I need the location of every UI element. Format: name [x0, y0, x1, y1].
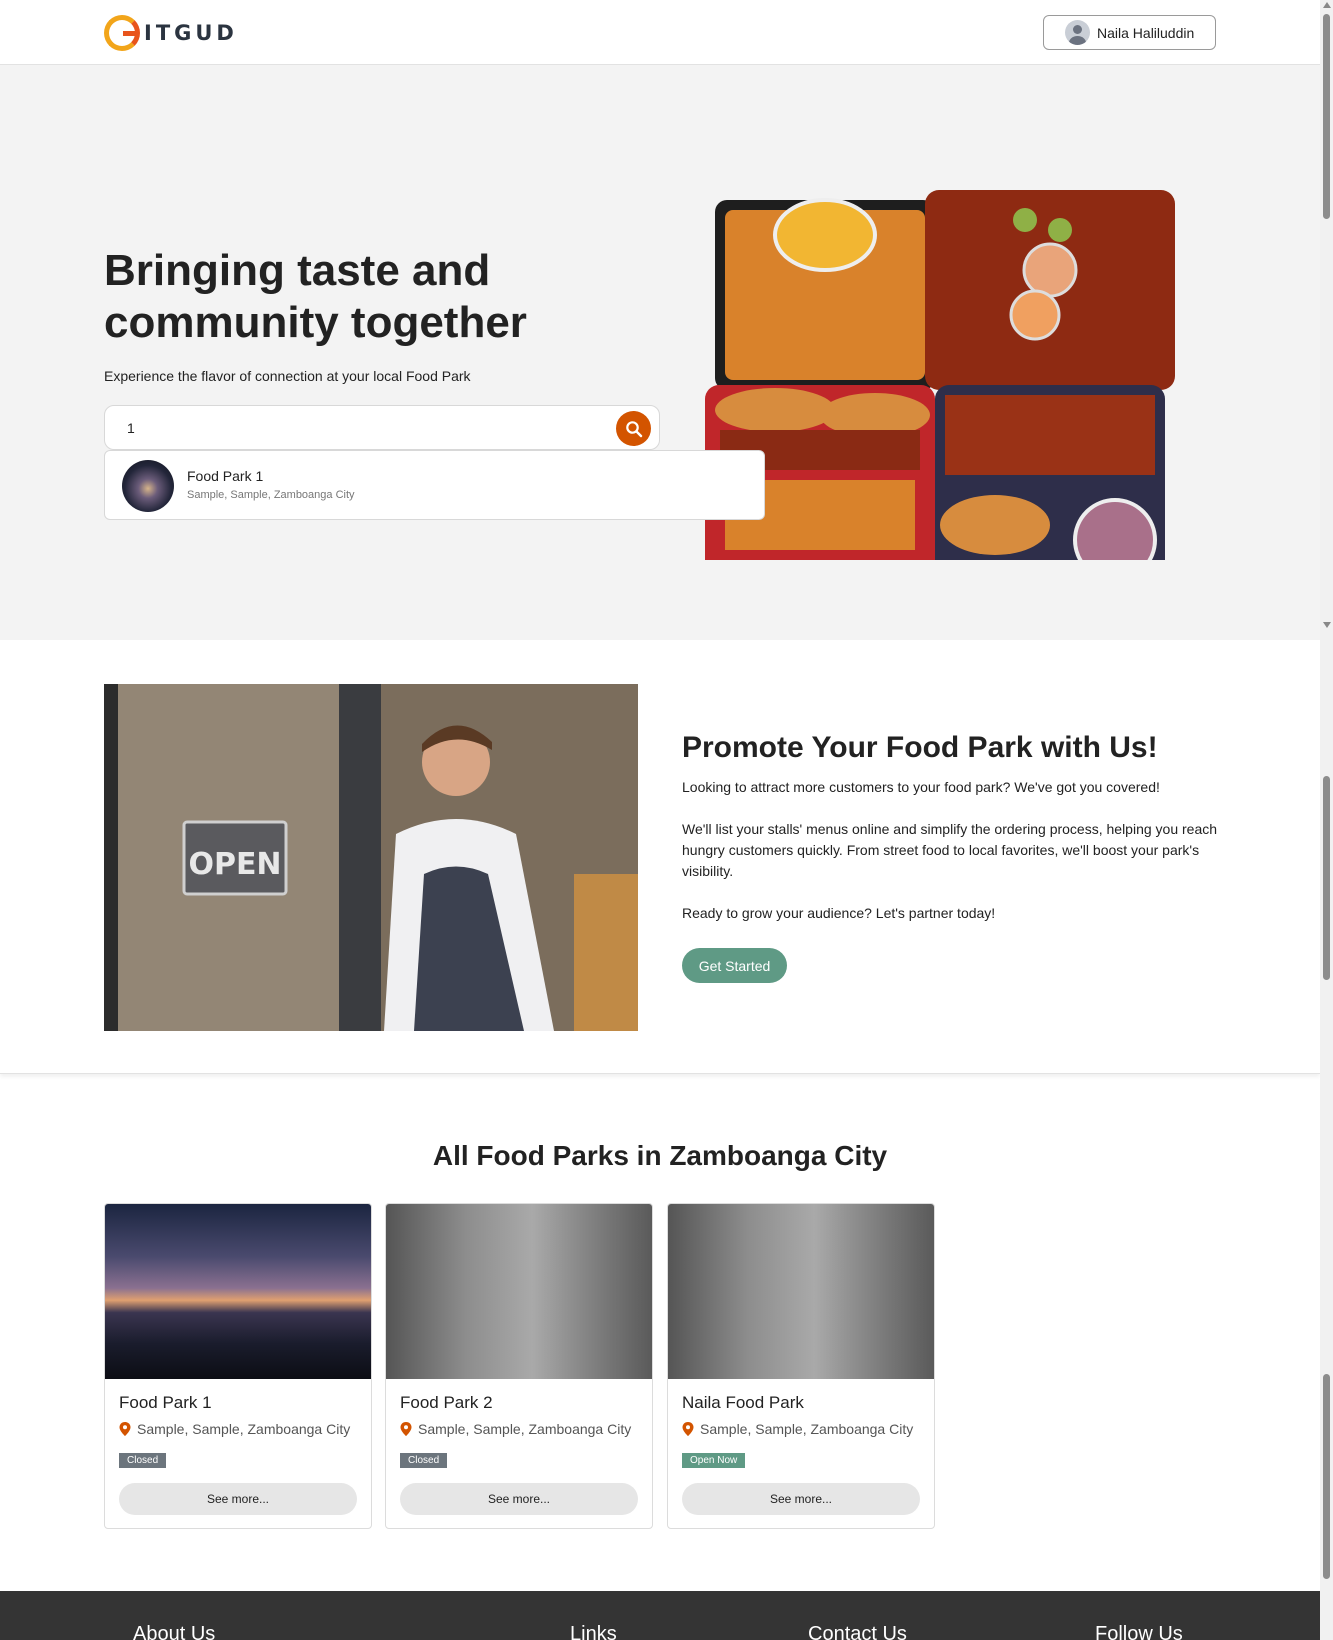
- location-pin-icon: [682, 1422, 694, 1436]
- food-park-address: Sample, Sample, Zamboanga City: [137, 1421, 351, 1437]
- scrollbar-thumb[interactable]: [1323, 14, 1330, 219]
- food-park-name: Naila Food Park: [682, 1393, 804, 1412]
- scroll-down-arrow-icon[interactable]: [1323, 622, 1331, 628]
- food-park-location: Sample, Sample, Zamboanga City: [400, 1421, 631, 1437]
- chicken-wings: [945, 395, 1155, 475]
- burger-bun: [715, 388, 835, 432]
- search-input[interactable]: [127, 416, 607, 440]
- food-park-address: Sample, Sample, Zamboanga City: [418, 1421, 632, 1437]
- footer-contact-heading: Contact Us: [808, 1623, 907, 1640]
- food-park-card[interactable]: Naila Food Park Sample, Sample, Zamboang…: [667, 1203, 935, 1529]
- food-park-image: [668, 1204, 934, 1379]
- food-park-location: Sample, Sample, Zamboanga City: [682, 1421, 913, 1437]
- hero-title: Bringing taste and community together: [104, 246, 527, 347]
- user-menu-button[interactable]: Naila Haliluddin: [1043, 15, 1216, 50]
- counter: [574, 874, 638, 1031]
- see-more-button[interactable]: See more...: [119, 1483, 357, 1515]
- hero-section: Bringing taste and community together Ex…: [0, 65, 1320, 640]
- pickle: [1013, 208, 1037, 232]
- food-platter-image: [705, 190, 1175, 560]
- search-bar: [104, 405, 660, 450]
- logo-text: ITGUD: [144, 21, 238, 45]
- location-pin-icon: [400, 1422, 412, 1436]
- status-badge: Closed: [400, 1453, 448, 1468]
- burger-bun: [940, 495, 1050, 555]
- footer-follow-heading: Follow Us: [1095, 1623, 1183, 1640]
- status-badge: Closed: [119, 1453, 167, 1468]
- scrollbar-thumb[interactable]: [1323, 1374, 1330, 1579]
- food-park-name: Food Park 2: [400, 1393, 493, 1412]
- see-more-button[interactable]: See more...: [682, 1483, 920, 1515]
- see-more-button[interactable]: See more...: [400, 1483, 638, 1515]
- pickle: [1048, 218, 1072, 242]
- shop-owner-illustration: OPEN: [104, 684, 638, 1031]
- promo-paragraph-2: We'll list your stalls' menus online and…: [682, 821, 1218, 879]
- open-sign-text: OPEN: [188, 847, 281, 882]
- scroll-up-arrow-icon[interactable]: [1323, 2, 1331, 8]
- food-park-location: Sample, Sample, Zamboanga City: [119, 1421, 350, 1437]
- footer-about-heading: About Us: [133, 1623, 216, 1640]
- coleslaw-bowl: [1073, 498, 1157, 560]
- promo-photo: OPEN: [104, 684, 638, 1031]
- location-pin-icon: [119, 1422, 131, 1436]
- sauce-cup: [1009, 289, 1061, 341]
- status-badge: Open Now: [682, 1453, 746, 1468]
- parks-section-title: All Food Parks in Zamboanga City: [432, 1140, 888, 1171]
- get-started-button[interactable]: Get Started: [682, 948, 787, 983]
- footer: About Us Links Contact Us Follow Us: [0, 1591, 1320, 1640]
- promo-paragraph-1: Looking to attract more customers to you…: [682, 779, 1160, 795]
- door-frame: [339, 684, 381, 1031]
- logo-g-mark: [104, 15, 140, 51]
- suggestion-address: Sample, Sample, Zamboanga City: [187, 489, 355, 501]
- user-avatar-icon: [1065, 20, 1090, 45]
- footer-links-heading: Links: [570, 1623, 617, 1640]
- promo-title: Promote Your Food Park with Us!: [682, 731, 1158, 764]
- search-icon: [625, 420, 642, 437]
- food-park-card[interactable]: Food Park 2 Sample, Sample, Zamboanga Ci…: [385, 1203, 653, 1529]
- food-park-name: Food Park 1: [119, 1393, 212, 1412]
- food-park-card[interactable]: Food Park 1 Sample, Sample, Zamboanga Ci…: [104, 1203, 372, 1529]
- user-name: Naila Haliluddin: [1097, 24, 1195, 41]
- hero-subtitle: Experience the flavor of connection at y…: [104, 368, 471, 384]
- gitgud-logo[interactable]: ITGUD: [104, 14, 238, 52]
- food-park-address: Sample, Sample, Zamboanga City: [700, 1421, 914, 1437]
- promo-paragraph-3: Ready to grow your audience? Let's partn…: [682, 905, 996, 921]
- food-park-image: [105, 1204, 371, 1379]
- door-frame: [104, 684, 118, 1031]
- scrollbar-thumb[interactable]: [1323, 776, 1330, 980]
- mac-cheese-bowl: [773, 198, 877, 272]
- suggestion-thumbnail: [122, 460, 174, 512]
- sauce-cup: [1022, 242, 1078, 298]
- search-suggestion-item[interactable]: Food Park 1 Sample, Sample, Zamboanga Ci…: [104, 450, 765, 520]
- page-scrollbar[interactable]: [1320, 0, 1333, 1640]
- suggestion-name: Food Park 1: [187, 468, 264, 484]
- promote-section: OPEN Promote Your Food Park with Us! Loo…: [0, 640, 1320, 1074]
- food-park-image: [386, 1204, 652, 1379]
- search-button[interactable]: [616, 411, 651, 446]
- top-nav: ITGUD Naila Haliluddin: [0, 0, 1320, 65]
